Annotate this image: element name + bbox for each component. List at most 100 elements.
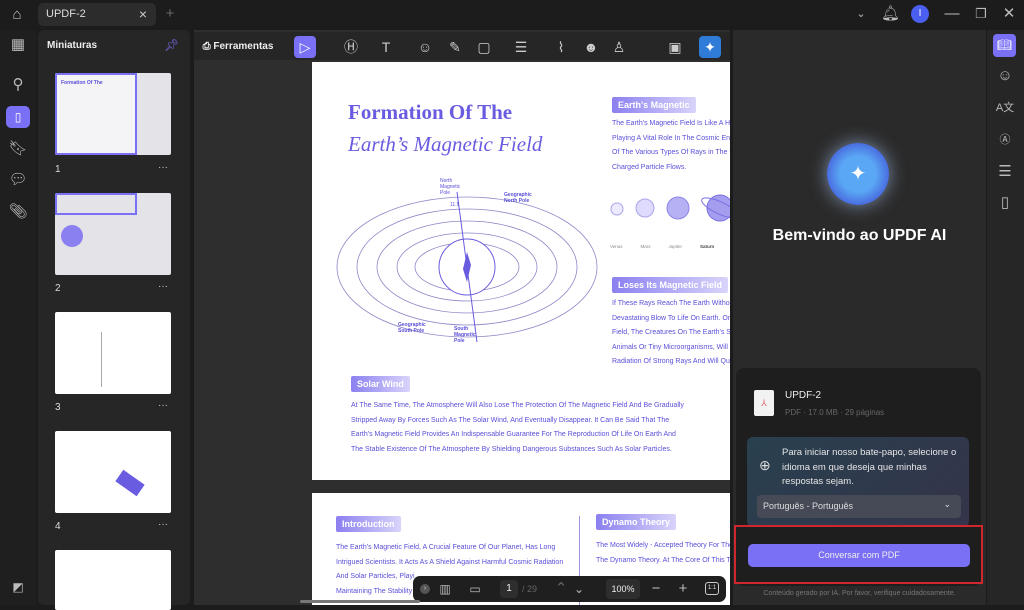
sticker-icon[interactable]: ☻ [582, 36, 600, 58]
home-icon[interactable]: ⌂ [6, 5, 28, 25]
close-window-icon[interactable]: ✕ [1000, 4, 1018, 24]
knowledge-book-icon[interactable]: ▯ [995, 193, 1015, 213]
thumbnail-page-4[interactable] [55, 431, 171, 513]
language-value: Português - Português [763, 501, 854, 511]
ai-chat-icon: ⊕ [759, 457, 771, 473]
more-icon[interactable]: ··· [158, 519, 168, 530]
zoom-out-icon[interactable]: − [648, 579, 664, 599]
new-tab-icon[interactable]: + [162, 4, 178, 24]
bookmark-icon[interactable]: 🔖︎ [7, 139, 29, 159]
previous-page-icon[interactable]: ⌃ [553, 579, 569, 599]
ai-logo-icon: ✦ [827, 143, 889, 205]
diagram-label: 11.5 [450, 202, 460, 208]
toolbar: ⎙ Ferramentas ▷ Ⓗ T ☺ ✎ ▢ ☰ ⌇ ☻ ♙ ▣ ✦ [194, 32, 730, 60]
zoom-level[interactable]: 100% [606, 579, 640, 599]
document-tab[interactable]: UPDF-2 × [38, 3, 156, 26]
section-header: Loses Its Magnetic Field [612, 277, 729, 293]
translate-page-icon[interactable]: Ⓐ [995, 130, 1015, 150]
more-icon[interactable]: ··· [158, 162, 168, 173]
thumbnails-icon[interactable]: ▯ [6, 106, 30, 128]
earth-text: The Earth's Magnetic Field Is Like A Hu P… [612, 120, 730, 171]
measure-icon[interactable]: ☰ [512, 36, 530, 58]
zoom-in-icon[interactable]: + [675, 579, 691, 599]
tools-label: Ferramentas [213, 41, 274, 52]
thumbnail-page-1[interactable]: Formation Of The [55, 73, 171, 155]
thumbnails-panel: Miniaturas 📌︎ Formation Of The 1 ··· 2 ···… [38, 30, 190, 610]
save-icon[interactable]: ▣ [666, 36, 684, 58]
page-label: 4 [55, 521, 61, 532]
grid-icon[interactable]: ▦ [7, 35, 29, 55]
diagram-label: Geographic South Pole [398, 322, 426, 334]
updf-logo-icon[interactable]: ◩ [7, 577, 29, 597]
chevron-down-icon: ⌄ [943, 499, 951, 509]
page-label: 3 [55, 402, 61, 413]
shape-icon[interactable]: ▢ [475, 36, 493, 58]
planet-labels: Venus Mars Jupiter Saturn [610, 244, 715, 249]
ai-chat-bot-icon[interactable]: ☺ [995, 66, 1015, 86]
comment-icon[interactable]: 💬︎ [7, 170, 29, 190]
expand-icon[interactable]: › [420, 584, 430, 594]
stamp-icon[interactable]: ♙ [610, 36, 628, 58]
highlight-text-icon[interactable]: Ⓗ [342, 36, 360, 58]
ai-read-icon[interactable]: 📖︎ [993, 34, 1016, 57]
pin-icon[interactable]: 📌︎ [164, 38, 179, 52]
text-tool-icon[interactable]: T [377, 36, 395, 58]
restore-icon[interactable]: ❐ [972, 4, 990, 24]
search-icon[interactable]: ⚲ [7, 75, 29, 95]
more-icon[interactable]: ··· [158, 281, 168, 292]
select-tool-icon[interactable]: ▷ [294, 36, 316, 58]
welcome-title: Bem-vindo ao UPDF AI [772, 227, 947, 244]
planets-illustration [610, 194, 730, 222]
dynamo-text: The Most Widely - Accepted Theory For Th… [596, 542, 730, 564]
pdf-page-1: Formation Of The Earth’s Magnetic Field … [312, 62, 730, 480]
page-navigation-bar: › ▥ ▭ 1 / 29 ⌃ ⌄ 100% − + 1:1 [413, 576, 726, 602]
panel-title: Miniaturas [47, 40, 98, 51]
section-header: Solar Wind [351, 376, 410, 392]
next-page-icon[interactable]: ⌄ [571, 579, 587, 599]
horizontal-scrollbar[interactable] [300, 600, 420, 603]
diagram-label: North Magnetic Pole [440, 178, 461, 196]
comment-tool-icon[interactable]: ☺ [416, 36, 434, 58]
page-subtitle: Earth’s Magnetic Field [348, 132, 543, 156]
attach-icon[interactable]: ⌇ [552, 36, 570, 58]
ai-assistant-icon[interactable]: ✦ [699, 36, 721, 58]
summarize-icon[interactable]: ☰ [995, 162, 1015, 182]
presentation-icon[interactable]: ▭ [466, 579, 484, 599]
section-header: Introduction [336, 516, 401, 532]
page-label: 1 [55, 164, 61, 175]
highlight-box [734, 525, 983, 584]
thumbnail-page-2[interactable] [55, 193, 171, 275]
close-tab-icon[interactable]: × [139, 6, 147, 22]
page-layout-icon[interactable]: ▥ [436, 579, 454, 599]
attachment-icon[interactable]: 📎︎ [7, 202, 29, 222]
pencil-icon[interactable]: ✎ [446, 36, 464, 58]
disclaimer: Conteúdo gerado por IA. Por favor, verif… [763, 590, 956, 597]
avatar[interactable]: I [911, 5, 929, 23]
language-select[interactable]: Português - Português ⌄ [757, 495, 961, 518]
translate-icon[interactable]: A文 [995, 98, 1015, 118]
thumbnail-page-5[interactable] [55, 550, 171, 610]
tab-title: UPDF-2 [46, 8, 86, 20]
page-input[interactable]: 1 [500, 580, 518, 598]
bell-icon[interactable]: 🔔︎ [881, 4, 900, 24]
file-name: UPDF-2 [785, 390, 822, 401]
more-icon[interactable]: ··· [158, 400, 168, 411]
file-meta: PDF · 17.0 MB · 29 páginas [785, 408, 885, 417]
diagram-label: South Magnetic Pole [454, 326, 476, 344]
solar-text: At The Same Time, The Atmosphere Will Al… [351, 402, 684, 453]
section-header: Earth's Magnetic [612, 97, 696, 113]
section-header: Dynamo Theory [596, 514, 677, 530]
page-total: / 29 [522, 584, 538, 594]
thumbnail-page-3[interactable] [55, 312, 171, 394]
pdf-file-icon: ⅄ [754, 390, 774, 416]
chevron-down-icon[interactable]: ⌄ [852, 4, 870, 24]
diagram-label: Geographic North Pole [504, 192, 532, 204]
magnetic-field-diagram [336, 191, 598, 343]
loses-text: If These Rays Reach The Earth Without Dev… [612, 300, 730, 365]
actual-size-icon[interactable]: 1:1 [705, 582, 719, 595]
page-label: 2 [55, 283, 61, 294]
page-title: Formation Of The [348, 100, 513, 124]
minimize-icon[interactable]: — [943, 4, 961, 24]
tools-button[interactable]: ⎙ Ferramentas [199, 36, 277, 58]
prompt-text: Para iniciar nosso bate-papo, selecione … [782, 447, 957, 487]
